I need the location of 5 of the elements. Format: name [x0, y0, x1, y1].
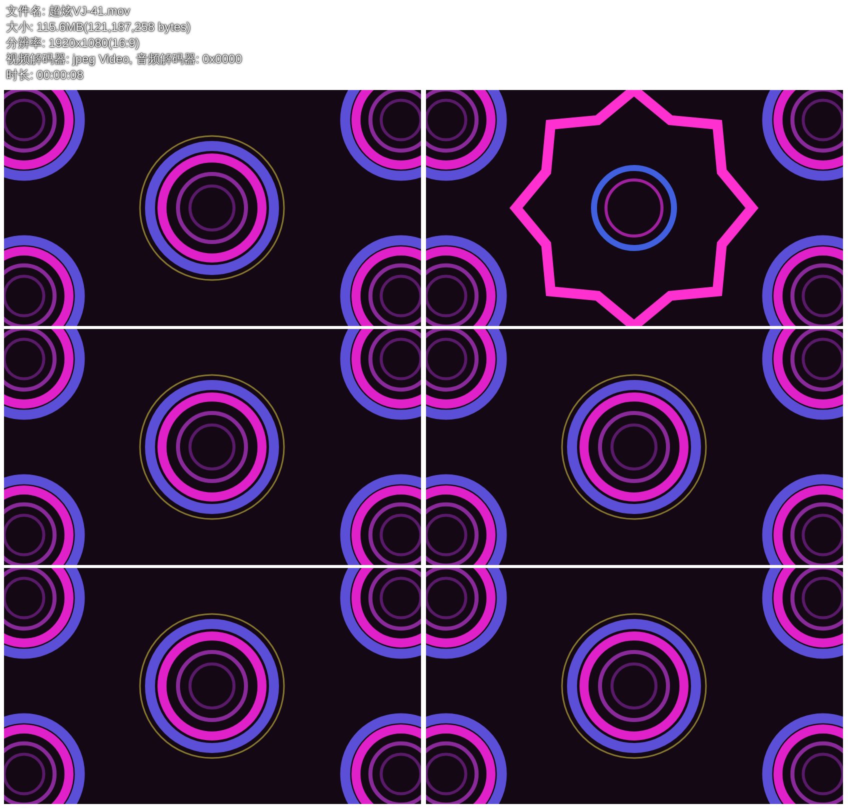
file-info-text: 大小: 115.6MB(121,187,258 bytes)	[6, 19, 191, 35]
file-info-text: 时长: 00:00:08	[6, 67, 84, 83]
file-info-text: 视频解码器: jpeg Video, 音频解码器: 0x0000	[6, 51, 242, 67]
file-info-text: 分辨率: 1920x1080(16:9)	[6, 35, 140, 51]
file-info-text: 文件名: 超炫VJ-41.mov	[6, 3, 130, 19]
